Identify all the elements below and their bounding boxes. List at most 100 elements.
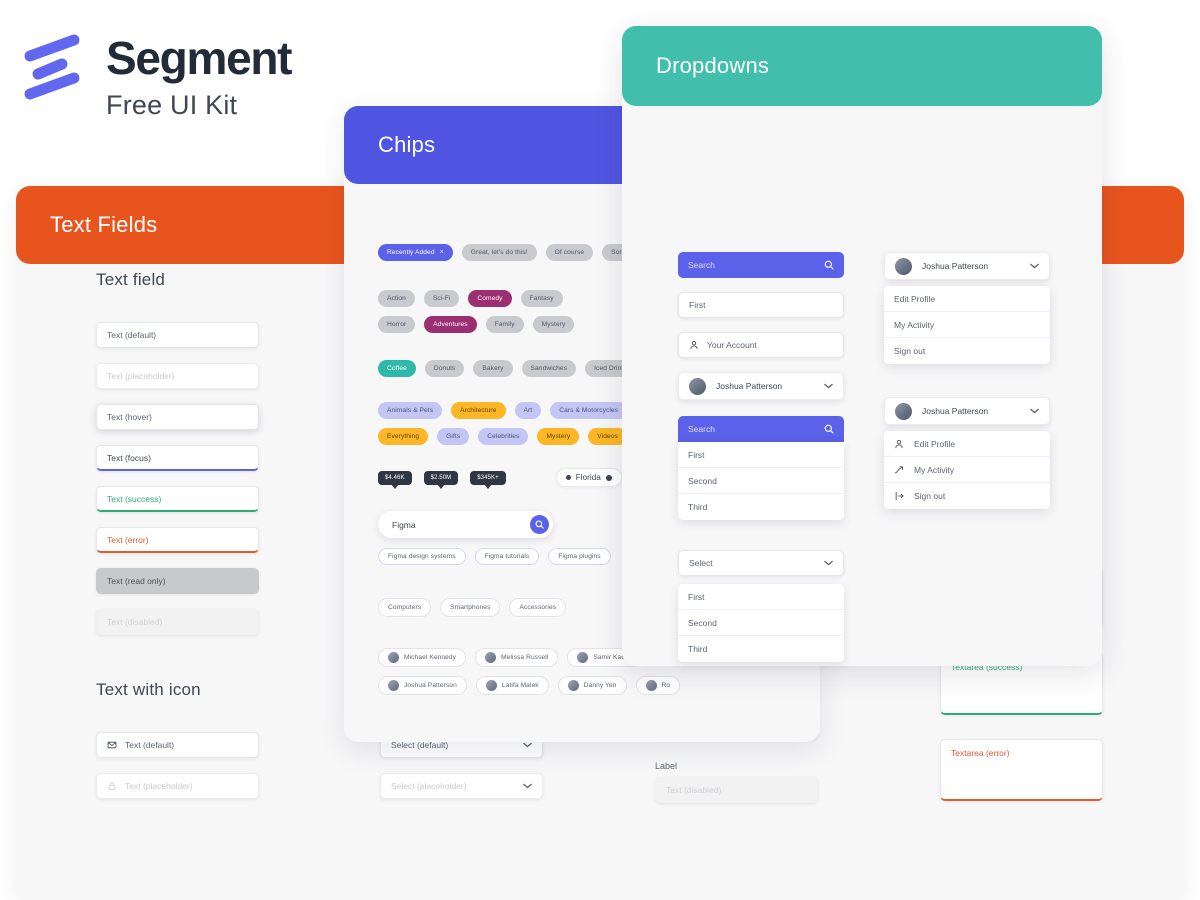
chip[interactable]: Everything xyxy=(378,428,429,445)
text-field-disabled[interactable]: Text (disabled) xyxy=(96,609,259,635)
chip[interactable]: Danny Yen xyxy=(557,676,627,695)
chip[interactable]: Figma tutorials xyxy=(474,548,540,565)
search-icon[interactable] xyxy=(824,260,834,270)
chip-label: Sandwiches xyxy=(530,365,568,372)
chip[interactable]: Comedy xyxy=(468,290,512,307)
text-field-placeholder[interactable]: Text (placeholder) xyxy=(96,363,259,389)
chip[interactable]: Michael Kennedy xyxy=(378,648,467,667)
dropdown-option[interactable]: Third xyxy=(678,494,844,520)
profile-menu-2-name: Joshua Patterson xyxy=(922,406,989,416)
location-chip-label: Florida xyxy=(575,473,601,482)
chip[interactable]: $2.50M xyxy=(423,470,459,485)
dropdown-option[interactable]: My Activity xyxy=(884,457,1050,483)
location-close-icon[interactable] xyxy=(605,474,612,481)
chip-label: Mystery xyxy=(546,433,571,440)
chevron-down-icon[interactable] xyxy=(523,742,532,748)
panel-dropdowns: Dropdowns Search First Your Account Josh… xyxy=(622,26,1102,666)
search-icon[interactable] xyxy=(824,424,834,434)
close-icon[interactable]: × xyxy=(440,249,444,256)
text-field-error[interactable]: Text (error) xyxy=(96,527,259,553)
chip[interactable]: Architecture xyxy=(451,402,506,419)
dropdown-option[interactable]: Sign out xyxy=(884,338,1050,364)
chip[interactable]: Art xyxy=(514,402,542,419)
chip-label: Horror xyxy=(387,321,407,328)
chip[interactable]: Sandwiches xyxy=(521,360,577,377)
dropdown-open-search-list: Search First Second Third xyxy=(678,416,844,520)
dropdown-select-field[interactable]: Select xyxy=(678,550,844,576)
dropdown-option[interactable]: My Activity xyxy=(884,312,1050,338)
textarea-error[interactable]: Textarea (error) xyxy=(940,739,1103,801)
chips-search-box[interactable]: Figma xyxy=(378,511,553,538)
select-field-placeholder[interactable]: Select (placeholder) xyxy=(380,773,543,799)
chevron-down-icon[interactable] xyxy=(1030,408,1039,414)
text-with-icon-default[interactable]: Text (default) xyxy=(96,732,259,758)
chip[interactable]: Gifts xyxy=(437,428,470,445)
chevron-down-icon[interactable] xyxy=(824,560,833,566)
chip[interactable]: Of course xyxy=(545,244,594,261)
chip[interactable]: Ro xyxy=(635,676,681,695)
dropdown-option[interactable]: Second xyxy=(678,610,844,636)
chevron-down-icon[interactable] xyxy=(1030,263,1039,269)
text-field-readonly[interactable]: Text (read only) xyxy=(96,568,259,594)
chip[interactable]: Horror xyxy=(378,316,416,333)
chip[interactable]: Mystery xyxy=(537,428,580,445)
chip[interactable]: Computers xyxy=(378,598,432,617)
chip[interactable]: Figma plugins xyxy=(548,548,611,565)
chip-label: Family xyxy=(494,321,515,328)
chip[interactable]: Action xyxy=(378,290,415,307)
text-field-value: Text (placeholder) xyxy=(107,371,175,381)
dropdown-profile-pill[interactable]: Joshua Patterson xyxy=(678,372,844,400)
chevron-down-icon[interactable] xyxy=(523,783,532,789)
textarea-value: Textarea (error) xyxy=(951,748,1010,758)
text-field-hover[interactable]: Text (hover) xyxy=(96,404,259,430)
search-icon[interactable] xyxy=(530,515,549,534)
profile-menu-2-trigger[interactable]: Joshua Patterson xyxy=(884,397,1050,425)
chip[interactable]: Sci-Fi xyxy=(423,290,460,307)
chip[interactable]: Cars & Motorcycles xyxy=(550,402,628,419)
chip[interactable]: Fantasy xyxy=(520,290,563,307)
chip[interactable]: Animals & Pets xyxy=(378,402,443,419)
dropdown-field-first[interactable]: First xyxy=(678,292,844,318)
avatar xyxy=(577,652,589,663)
chip[interactable]: Accessories xyxy=(509,598,567,617)
chip[interactable]: Mystery xyxy=(532,316,575,333)
text-field-default[interactable]: Text (default) xyxy=(96,322,259,348)
dropdown-option[interactable]: First xyxy=(678,584,844,610)
chip[interactable]: Coffee xyxy=(378,360,416,377)
panel-text-fields-title: Text Fields xyxy=(50,212,158,237)
chip[interactable]: $4.46K xyxy=(378,470,412,485)
dropdown-option[interactable]: Edit Profile xyxy=(884,431,1050,457)
chip[interactable]: Joshua Patterson xyxy=(378,676,467,695)
text-with-icon-placeholder[interactable]: Text (placeholder) xyxy=(96,773,259,799)
text-field-value: Text (success) xyxy=(107,493,162,504)
dropdown-search-field[interactable]: Search xyxy=(678,252,844,278)
chip[interactable]: Family xyxy=(485,316,524,333)
dropdown-open-search-placeholder: Search xyxy=(688,424,715,434)
dropdown-option[interactable]: First xyxy=(678,442,844,468)
chip[interactable]: $345K+ xyxy=(470,470,506,485)
dropdown-open-search-field[interactable]: Search xyxy=(678,416,844,442)
chip[interactable]: Adventures xyxy=(424,316,477,333)
chip[interactable]: Melissa Russell xyxy=(475,648,559,667)
chip-label: Computers xyxy=(388,604,422,611)
dropdown-your-account-item[interactable]: Your Account xyxy=(678,332,844,358)
text-field-success[interactable]: Text (success) xyxy=(96,486,259,512)
chip[interactable]: Recently Added × xyxy=(378,244,453,261)
location-chip[interactable]: Florida xyxy=(555,468,622,487)
chip-label: Smartphones xyxy=(450,604,491,611)
dropdown-option[interactable]: Sign out xyxy=(884,483,1050,509)
dropdown-option[interactable]: Third xyxy=(678,636,844,662)
labeled-field-disabled[interactable]: Text (disabled) xyxy=(655,777,818,803)
chip[interactable]: Bakery xyxy=(473,360,513,377)
dropdown-option[interactable]: Edit Profile xyxy=(884,286,1050,312)
chip[interactable]: Celebrities xyxy=(478,428,529,445)
chip[interactable]: Donuts xyxy=(424,360,465,377)
chip[interactable]: Figma design systems xyxy=(378,548,466,565)
profile-menu-1-trigger[interactable]: Joshua Patterson xyxy=(884,252,1050,280)
chip[interactable]: Latifa Malek xyxy=(475,676,549,695)
chevron-down-icon[interactable] xyxy=(824,383,833,389)
chip[interactable]: Smartphones xyxy=(440,598,501,617)
text-field-focus[interactable]: Text (focus) xyxy=(96,445,259,471)
chip[interactable]: Great, let's do this! xyxy=(461,244,537,261)
dropdown-option[interactable]: Second xyxy=(678,468,844,494)
